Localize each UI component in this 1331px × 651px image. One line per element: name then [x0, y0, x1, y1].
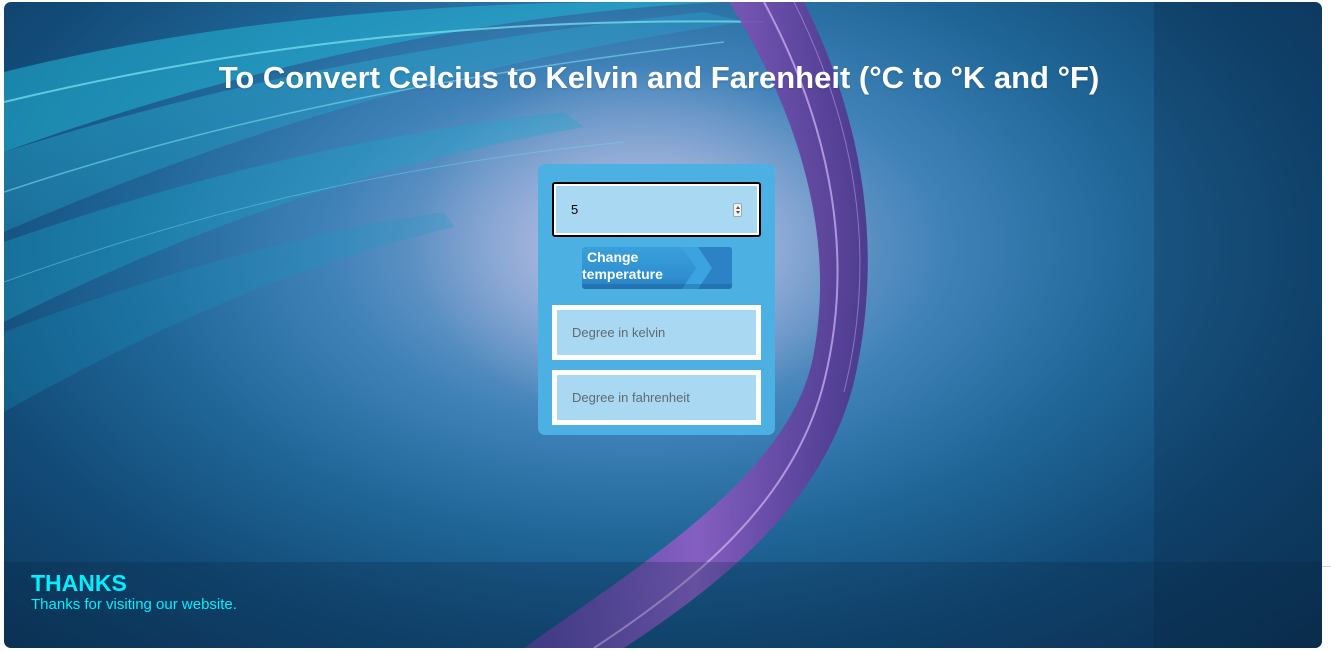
kelvin-placeholder: Degree in kelvin	[572, 325, 666, 340]
change-temperature-label: Change temperature	[582, 249, 692, 283]
button-label-line2: temperature	[582, 266, 663, 282]
celsius-input-value: 5	[571, 202, 579, 217]
fahrenheit-placeholder: Degree in fahrenheit	[572, 390, 690, 405]
kelvin-output-field[interactable]: Degree in kelvin	[552, 305, 761, 360]
celsius-input[interactable]: 5	[552, 182, 761, 237]
button-label-line1: Change	[587, 249, 639, 265]
scrollbar-edge-divider	[1322, 566, 1331, 567]
button-shadow-band	[582, 284, 732, 289]
thanks-heading: THANKS	[31, 570, 127, 596]
footer-thanks: THANKS Thanks for visiting our website.	[31, 570, 237, 614]
thanks-message: Thanks for visiting our website.	[31, 596, 237, 613]
page-title: To Convert Celcius to Kelvin and Farenhe…	[218, 60, 1100, 95]
page-background: To Convert Celcius to Kelvin and Farenhe…	[4, 2, 1322, 648]
spinner-icon[interactable]	[733, 203, 742, 217]
fahrenheit-output-field[interactable]: Degree in fahrenheit	[552, 370, 761, 425]
change-temperature-button[interactable]: Change temperature	[582, 247, 732, 289]
converter-panel: 5 Change temperature Degree in kelvin De…	[538, 164, 775, 435]
